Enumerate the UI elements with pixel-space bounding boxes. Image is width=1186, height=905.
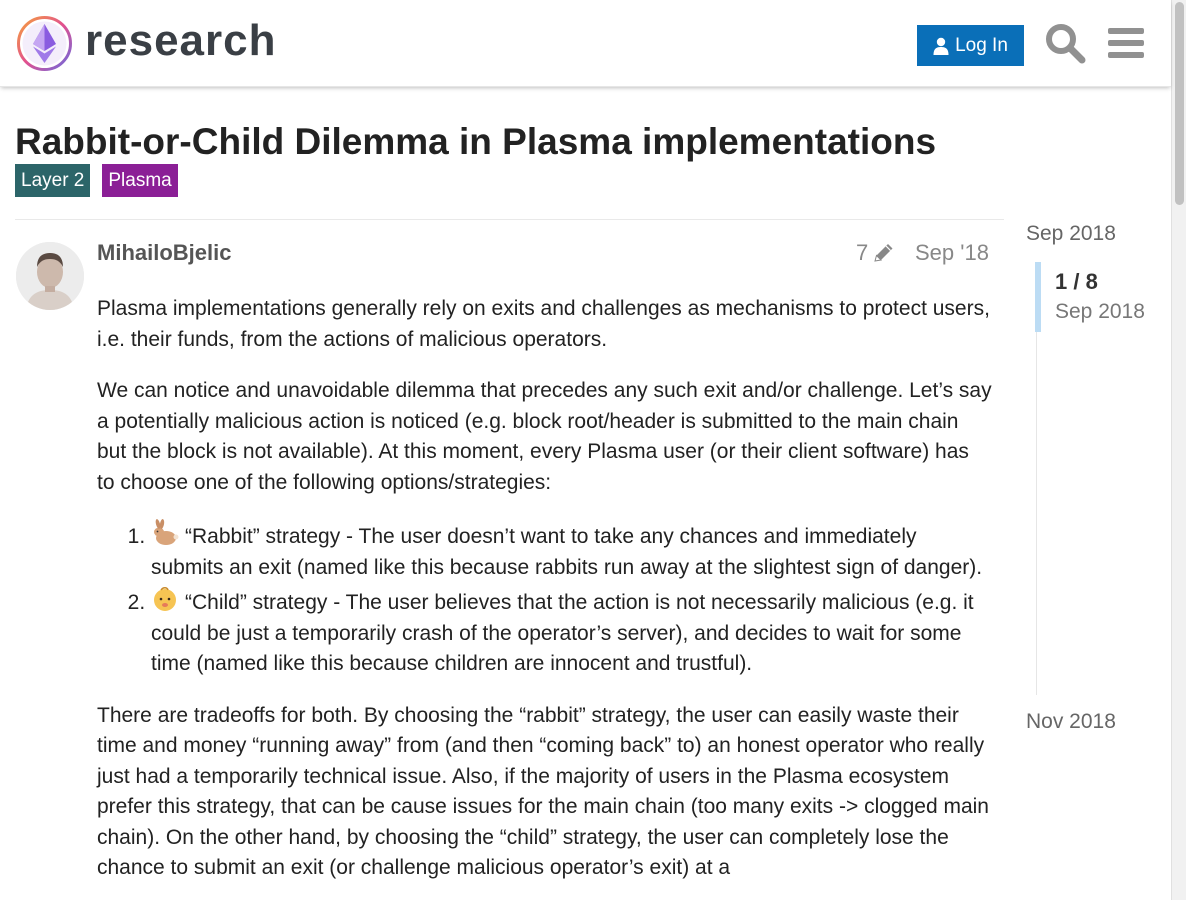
post-paragraph: Plasma implementations generally rely on… [97, 297, 990, 351]
avatar[interactable] [16, 242, 84, 310]
site-logo[interactable]: research [16, 15, 276, 72]
timeline-position-date: Sep 2018 [1055, 300, 1145, 323]
edit-count: 7 [856, 240, 869, 265]
baby-emoji-icon [154, 587, 176, 611]
list-item: “Child” strategy - The user believes tha… [151, 585, 992, 680]
user-icon [933, 37, 949, 55]
timeline-scroll-handle[interactable] [1035, 262, 1041, 332]
site-header: research Log In [0, 0, 1171, 87]
page-scrollbar[interactable] [1171, 0, 1186, 900]
ethereum-research-logo-icon [17, 16, 72, 71]
log-in-label: Log In [955, 34, 1008, 56]
post-body: Plasma implementations generally rely on… [97, 294, 992, 905]
timeline-position: 1 / 8 [1055, 269, 1098, 294]
log-in-button[interactable]: Log In [917, 25, 1024, 66]
topic-title[interactable]: Rabbit-or-Child Dilemma in Plasma implem… [15, 118, 936, 166]
logo-text: research [85, 16, 277, 65]
search-icon[interactable] [1044, 22, 1086, 64]
user-avatar-icon [16, 242, 84, 310]
timeline-end-date[interactable]: Nov 2018 [1026, 708, 1116, 736]
title-divider [15, 219, 1004, 220]
topic-tags: Layer 2 Plasma [15, 164, 178, 197]
hamburger-menu-icon[interactable] [1105, 22, 1147, 64]
post-date[interactable]: Sep '18 [915, 238, 989, 268]
post-paragraph: There are tradeoffs for both. By choosin… [97, 703, 989, 880]
scrollbar-thumb[interactable] [1175, 2, 1184, 205]
strategy-list: “Rabbit” strategy - The user doesn’t wan… [97, 519, 992, 680]
post-author-username[interactable]: MihailoBjelic [97, 238, 231, 268]
pencil-icon [874, 244, 893, 262]
list-item: “Rabbit” strategy - The user doesn’t wan… [151, 519, 992, 583]
list-item-text: “Child” strategy - The user believes tha… [151, 591, 974, 675]
tag-layer-2[interactable]: Layer 2 [15, 164, 91, 197]
edit-history-indicator[interactable]: 7 [856, 238, 896, 268]
post-paragraph: We can notice and unavoidable dilemma th… [97, 379, 992, 494]
rabbit-emoji-icon [154, 519, 179, 545]
list-item-text: “Rabbit” strategy - The user doesn’t wan… [151, 525, 983, 579]
tag-plasma[interactable]: Plasma [102, 164, 178, 197]
timeline-start-date[interactable]: Sep 2018 [1026, 220, 1116, 248]
